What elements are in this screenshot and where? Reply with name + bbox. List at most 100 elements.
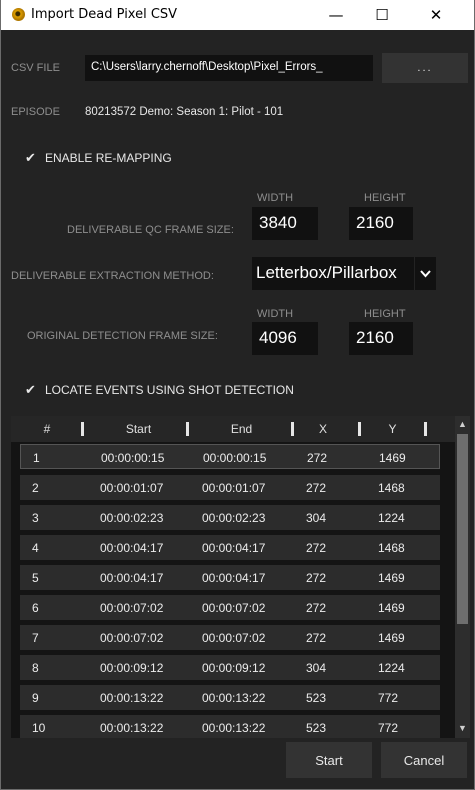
orig-frame-size-label: ORIGINAL DETECTION FRAME SIZE: [27, 330, 218, 342]
checkmark-icon: ✔ [25, 382, 36, 397]
close-button[interactable]: ✕ [413, 0, 459, 30]
maximize-button[interactable]: ☐ [359, 0, 405, 30]
cell-x: 272 [306, 541, 327, 555]
cell-x: 304 [306, 661, 327, 675]
checkmark-icon: ✔ [25, 150, 36, 165]
cancel-button[interactable]: Cancel [381, 742, 467, 778]
cell-start: 00:00:07:02 [100, 631, 164, 645]
cell-start: 00:00:04:17 [100, 571, 164, 585]
table-row[interactable]: 5 00:00:04:17 00:00:04:17 272 1469 [20, 565, 440, 590]
table-row[interactable]: 10 00:00:13:22 00:00:13:22 523 772 [20, 715, 440, 738]
cell-end: 00:00:04:17 [202, 571, 266, 585]
extraction-method-select[interactable]: Letterbox/Pillarbox [252, 257, 414, 290]
table-row[interactable]: 3 00:00:02:23 00:00:02:23 304 1224 [20, 505, 440, 530]
shot-detection-label: LOCATE EVENTS USING SHOT DETECTION [45, 383, 294, 397]
cell-start: 00:00:02:23 [100, 511, 164, 525]
orig-height-header: HEIGHT [364, 308, 406, 320]
cell-end: 00:00:09:12 [202, 661, 266, 675]
cell-number: 4 [32, 541, 39, 555]
cell-end: 00:00:07:02 [202, 631, 266, 645]
cell-y: 1468 [378, 481, 405, 495]
column-header-start[interactable]: Start [91, 422, 186, 436]
column-header-end[interactable]: End [194, 422, 289, 436]
cell-x: 523 [306, 721, 327, 735]
cell-start: 00:00:13:22 [100, 721, 164, 735]
orig-width-input[interactable]: 4096 [252, 322, 318, 355]
column-resize-handle[interactable] [81, 422, 84, 436]
cell-y: 1469 [378, 601, 405, 615]
cell-number: 9 [32, 691, 39, 705]
cell-y: 1469 [379, 451, 406, 465]
cell-y: 772 [378, 691, 399, 705]
cell-end: 00:00:13:22 [202, 721, 266, 735]
cell-x: 523 [306, 691, 327, 705]
csv-file-label: CSV FILE [11, 62, 60, 74]
column-resize-handle[interactable] [291, 422, 294, 436]
vertical-scrollbar[interactable]: ▲ ▼ [455, 416, 470, 738]
chevron-down-icon[interactable] [415, 257, 436, 290]
cell-y: 1468 [378, 541, 405, 555]
cell-number: 5 [32, 571, 39, 585]
orig-height-input[interactable]: 2160 [349, 322, 413, 355]
window-title: Import Dead Pixel CSV [31, 7, 178, 22]
column-resize-handle[interactable] [424, 422, 427, 436]
cell-y: 1469 [378, 631, 405, 645]
cell-x: 272 [307, 451, 328, 465]
table-header: # Start End X Y [11, 416, 455, 442]
cell-y: 772 [378, 721, 399, 735]
scrollbar-thumb[interactable] [457, 434, 468, 624]
table-row[interactable]: 6 00:00:07:02 00:00:07:02 272 1469 [20, 595, 440, 620]
app-icon [12, 8, 25, 21]
cell-number: 10 [32, 721, 46, 735]
enable-remapping-checkbox[interactable]: ✔ ENABLE RE-MAPPING [25, 150, 172, 166]
cell-end: 00:00:07:02 [202, 601, 266, 615]
cell-end: 00:00:00:15 [203, 451, 267, 465]
column-header-x[interactable]: X [299, 422, 347, 436]
cell-x: 304 [306, 511, 327, 525]
cell-start: 00:00:04:17 [100, 541, 164, 555]
qc-height-input[interactable]: 2160 [349, 207, 413, 240]
cell-start: 00:00:13:22 [100, 691, 164, 705]
enable-remapping-label: ENABLE RE-MAPPING [45, 151, 172, 165]
qc-frame-size-label: DELIVERABLE QC FRAME SIZE: [67, 224, 234, 236]
table-row[interactable]: 1 00:00:00:15 00:00:00:15 272 1469 [20, 444, 440, 469]
episode-value: 80213572 Demo: Season 1: Pilot - 101 [85, 106, 284, 118]
shot-detection-checkbox[interactable]: ✔ LOCATE EVENTS USING SHOT DETECTION [25, 382, 294, 398]
cell-number: 8 [32, 661, 39, 675]
minimize-button[interactable]: — [313, 0, 359, 30]
orig-width-header: WIDTH [257, 308, 294, 320]
cell-y: 1224 [378, 511, 405, 525]
cell-number: 3 [32, 511, 39, 525]
cell-end: 00:00:02:23 [202, 511, 266, 525]
scroll-up-icon[interactable]: ▲ [455, 419, 470, 429]
cell-end: 00:00:04:17 [202, 541, 266, 555]
csv-path-field[interactable]: C:\Users\larry.chernoff\Desktop\Pixel_Er… [85, 55, 373, 81]
cell-y: 1224 [378, 661, 405, 675]
import-dialog: Import Dead Pixel CSV — ☐ ✕ CSV FILE C:\… [0, 0, 475, 790]
episode-label: EPISODE [11, 106, 60, 118]
table-row[interactable]: 8 00:00:09:12 00:00:09:12 304 1224 [20, 655, 440, 680]
cell-x: 272 [306, 631, 327, 645]
title-bar[interactable]: Import Dead Pixel CSV — ☐ ✕ [1, 0, 474, 30]
table-row[interactable]: 7 00:00:07:02 00:00:07:02 272 1469 [20, 625, 440, 650]
cell-start: 00:00:07:02 [100, 601, 164, 615]
cell-number: 2 [32, 481, 39, 495]
start-button[interactable]: Start [286, 742, 372, 778]
scroll-down-icon[interactable]: ▼ [455, 723, 470, 733]
qc-height-header: HEIGHT [364, 192, 406, 204]
extraction-method-label: DELIVERABLE EXTRACTION METHOD: [11, 270, 214, 282]
cell-number: 7 [32, 631, 39, 645]
cell-end: 00:00:13:22 [202, 691, 266, 705]
cell-x: 272 [306, 571, 327, 585]
column-header-number[interactable]: # [35, 422, 59, 436]
table-row[interactable]: 9 00:00:13:22 00:00:13:22 523 772 [20, 685, 440, 710]
column-resize-handle[interactable] [358, 422, 361, 436]
qc-width-input[interactable]: 3840 [252, 207, 318, 240]
table-row[interactable]: 2 00:00:01:07 00:00:01:07 272 1468 [20, 475, 440, 500]
column-header-y[interactable]: Y [365, 422, 420, 436]
browse-button[interactable]: ... [382, 53, 468, 83]
table-row[interactable]: 4 00:00:04:17 00:00:04:17 272 1468 [20, 535, 440, 560]
cell-start: 00:00:01:07 [100, 481, 164, 495]
column-resize-handle[interactable] [186, 422, 189, 436]
events-table[interactable]: # Start End X Y 1 00:00:00:15 00:00:00:1… [11, 416, 470, 738]
